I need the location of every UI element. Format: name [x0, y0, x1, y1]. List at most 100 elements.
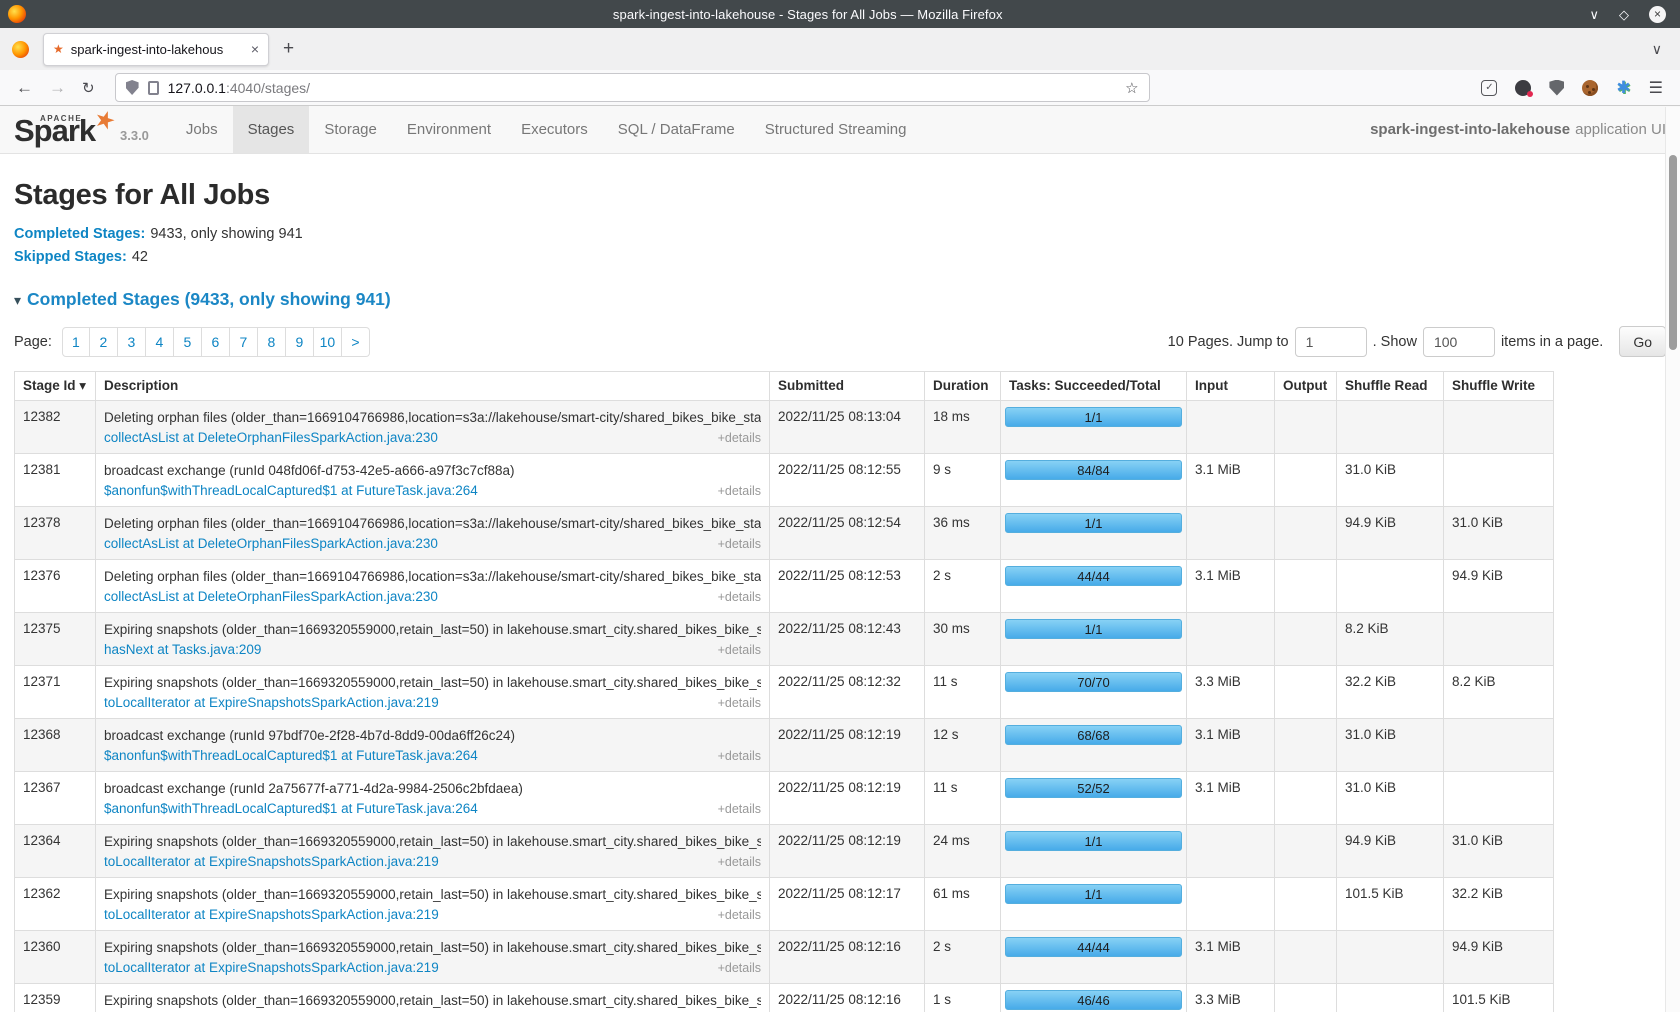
page-button[interactable]: 7 — [230, 327, 258, 357]
scrollbar-thumb[interactable] — [1669, 155, 1677, 350]
tab-close-icon[interactable]: × — [251, 41, 259, 57]
details-toggle[interactable]: +details — [718, 799, 761, 819]
completed-stages-section-header[interactable]: ▾Completed Stages (9433, only showing 94… — [14, 289, 1666, 310]
description-cell: broadcast exchange (runId 2a75677f-a771-… — [96, 772, 770, 825]
details-toggle[interactable]: +details — [718, 587, 761, 607]
nav-item-jobs[interactable]: Jobs — [171, 106, 233, 153]
extension-shield-check-icon[interactable]: ✓ — [1481, 80, 1497, 96]
stage-callsite-link[interactable]: collectAsList at DeleteOrphanFilesSparkA… — [104, 534, 438, 554]
stage-callsite-link[interactable]: hasNext at Tasks.java:209 — [104, 640, 261, 660]
tasks-cell: 1/1 — [1001, 878, 1187, 931]
nav-item-executors[interactable]: Executors — [506, 106, 603, 153]
details-toggle[interactable]: +details — [718, 534, 761, 554]
tasks-progress-bar: 1/1 — [1005, 831, 1182, 851]
column-header[interactable]: Submitted — [770, 372, 925, 401]
stage-callsite-link[interactable]: toLocalIterator at ExpireSnapshotsSparkA… — [104, 958, 439, 978]
page-info-icon[interactable] — [148, 81, 159, 95]
nav-item-structured-streaming[interactable]: Structured Streaming — [750, 106, 922, 153]
page-button[interactable]: 4 — [146, 327, 174, 357]
nav-item-sql-dataframe[interactable]: SQL / DataFrame — [603, 106, 750, 153]
maximize-button[interactable]: ◇ — [1619, 8, 1629, 21]
stage-callsite-link[interactable]: toLocalIterator at ExpireSnapshotsSparkA… — [104, 852, 439, 872]
extension-asterisk-icon[interactable]: ✱ — [1616, 79, 1630, 96]
stage-description: broadcast exchange (runId 97bdf70e-2f28-… — [104, 724, 761, 746]
go-button[interactable]: Go — [1619, 326, 1666, 357]
shuffle-read-cell: 31.0 KiB — [1337, 772, 1444, 825]
table-row: 12368 broadcast exchange (runId 97bdf70e… — [15, 719, 1554, 772]
table-row: 12362 Expiring snapshots (older_than=166… — [15, 878, 1554, 931]
tracking-shield-icon[interactable] — [126, 80, 139, 95]
page-button[interactable]: > — [342, 327, 370, 357]
input-cell: 3.1 MiB — [1187, 772, 1275, 825]
tasks-progress-label: 44/44 — [1077, 940, 1110, 955]
forward-button[interactable]: → — [49, 78, 66, 98]
details-toggle[interactable]: +details — [718, 852, 761, 872]
stage-callsite-link[interactable]: $anonfun$withThreadLocalCaptured$1 at Fu… — [104, 481, 478, 501]
stage-callsite-link[interactable]: collectAsList at DeleteOrphanFilesSparkA… — [104, 428, 438, 448]
hamburger-menu-icon[interactable]: ☰ — [1649, 78, 1663, 98]
back-button[interactable]: ← — [16, 78, 33, 98]
table-row: 12359 Expiring snapshots (older_than=166… — [15, 984, 1554, 1012]
extension-mask-icon[interactable] — [1515, 80, 1531, 96]
scrollbar-track[interactable] — [1665, 107, 1680, 1012]
page-content: Stages for All Jobs Completed Stages:943… — [0, 179, 1680, 1012]
page-button[interactable]: 1 — [62, 327, 90, 357]
stage-id-cell: 12376 — [15, 560, 96, 613]
stage-description: Expiring snapshots (older_than=166932055… — [104, 830, 761, 852]
details-toggle[interactable]: +details — [718, 905, 761, 925]
reload-button[interactable]: ↻ — [82, 79, 95, 97]
stage-callsite-link[interactable]: collectAsList at DeleteOrphanFilesSparkA… — [104, 587, 438, 607]
bookmark-star-icon[interactable]: ☆ — [1125, 79, 1138, 97]
column-header[interactable]: Input — [1187, 372, 1275, 401]
extension-ublock-icon[interactable] — [1549, 80, 1564, 96]
column-header[interactable]: Description — [96, 372, 770, 401]
column-header[interactable]: Shuffle Write — [1444, 372, 1554, 401]
nav-item-stages[interactable]: Stages — [233, 106, 310, 153]
details-toggle[interactable]: +details — [718, 428, 761, 448]
minimize-button[interactable]: ∨ — [1589, 8, 1599, 21]
duration-cell: 24 ms — [925, 825, 1001, 878]
stage-callsite-link[interactable]: toLocalIterator at ExpireSnapshotsSparkA… — [104, 693, 439, 713]
column-header[interactable]: Shuffle Read — [1337, 372, 1444, 401]
details-toggle[interactable]: +details — [718, 640, 761, 660]
column-header[interactable]: Output — [1275, 372, 1337, 401]
input-cell: 3.3 MiB — [1187, 666, 1275, 719]
input-cell — [1187, 825, 1275, 878]
column-header[interactable]: Duration — [925, 372, 1001, 401]
page-button[interactable]: 9 — [286, 327, 314, 357]
details-toggle[interactable]: +details — [718, 693, 761, 713]
page-button[interactable]: 2 — [90, 327, 118, 357]
new-tab-button[interactable]: + — [283, 38, 294, 60]
stage-id-cell: 12371 — [15, 666, 96, 719]
jump-to-input[interactable] — [1295, 327, 1367, 357]
stage-callsite-link[interactable]: $anonfun$withThreadLocalCaptured$1 at Fu… — [104, 746, 478, 766]
nav-item-environment[interactable]: Environment — [392, 106, 506, 153]
column-header[interactable]: Stage Id ▾ — [15, 372, 96, 401]
close-button[interactable]: × — [1649, 6, 1666, 23]
nav-item-storage[interactable]: Storage — [309, 106, 392, 153]
shuffle-write-cell: 101.5 KiB — [1444, 984, 1554, 1012]
page-button[interactable]: 5 — [174, 327, 202, 357]
details-toggle[interactable]: +details — [718, 481, 761, 501]
details-toggle[interactable]: +details — [718, 958, 761, 978]
shuffle-read-cell: 31.0 KiB — [1337, 454, 1444, 507]
items-per-page-input[interactable] — [1423, 327, 1495, 357]
completed-stages-link[interactable]: Completed Stages: — [14, 226, 145, 242]
extension-cookie-icon[interactable] — [1582, 80, 1598, 96]
duration-cell: 2 s — [925, 931, 1001, 984]
skipped-stages-link[interactable]: Skipped Stages: — [14, 249, 127, 265]
details-toggle[interactable]: +details — [718, 746, 761, 766]
spark-version: 3.3.0 — [120, 128, 149, 143]
page-button[interactable]: 3 — [118, 327, 146, 357]
page-button[interactable]: 10 — [314, 327, 342, 357]
column-header[interactable]: Tasks: Succeeded/Total — [1001, 372, 1187, 401]
spark-logo[interactable]: APACHE Spark ★ 3.3.0 — [14, 106, 149, 153]
browser-tab[interactable]: ★ spark-ingest-into-lakehous × — [43, 33, 269, 66]
stage-callsite-link[interactable]: toLocalIterator at ExpireSnapshotsSparkA… — [104, 905, 439, 925]
stage-callsite-link[interactable]: $anonfun$withThreadLocalCaptured$1 at Fu… — [104, 799, 478, 819]
page-button[interactable]: 6 — [202, 327, 230, 357]
page-button[interactable]: 8 — [258, 327, 286, 357]
firefox-view-icon[interactable] — [12, 41, 29, 58]
url-bar[interactable]: 127.0.0.1:4040/stages/ ☆ — [115, 73, 1150, 102]
list-all-tabs-icon[interactable]: ∨ — [1652, 41, 1662, 58]
